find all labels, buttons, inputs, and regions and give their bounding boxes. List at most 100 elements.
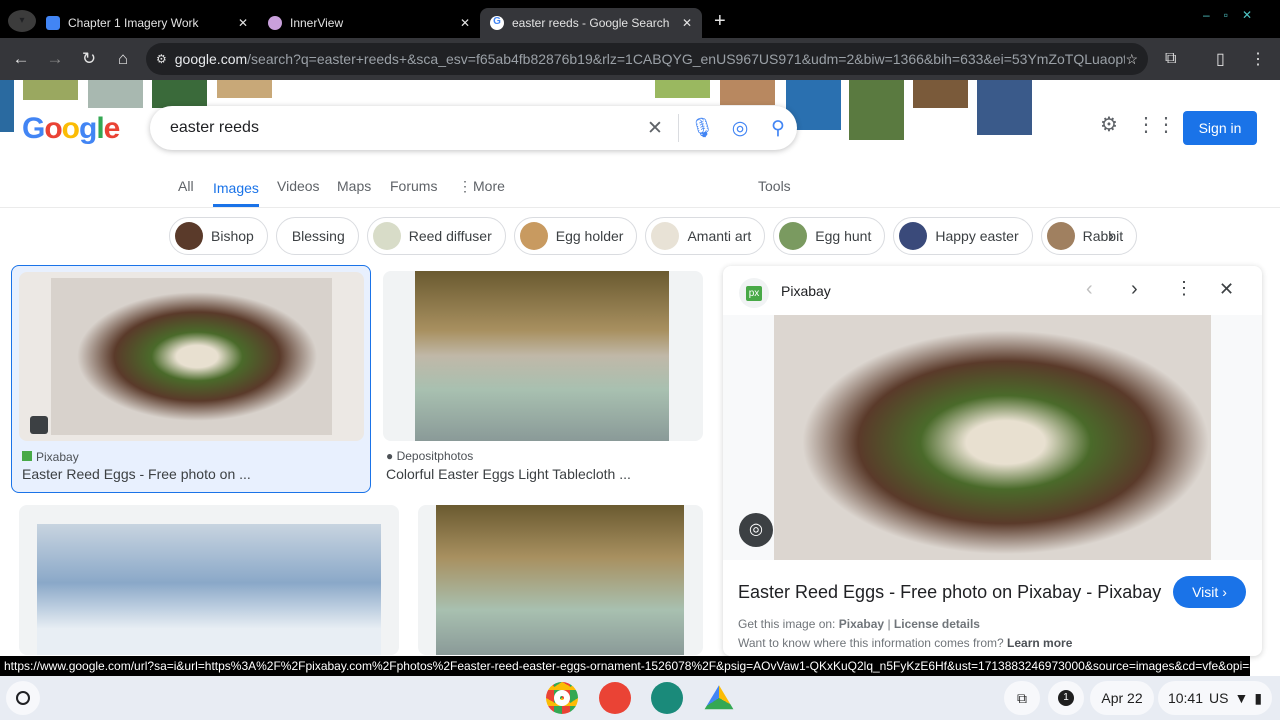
- notification-button[interactable]: 1: [1048, 681, 1084, 715]
- image-result[interactable]: Pixabay Easter Reed Eggs - Free photo on…: [11, 265, 371, 493]
- search-tabs: All Images Videos Maps Forums ⋮ More Too…: [0, 170, 1280, 208]
- address-bar[interactable]: ⚙ google.com/search?q=easter+reeds+&sca_…: [146, 43, 1148, 75]
- forward-button[interactable]: →: [38, 49, 72, 69]
- canvas-app-icon[interactable]: [599, 682, 631, 714]
- tab-innerview[interactable]: InnerView ✕: [258, 8, 480, 38]
- next-icon[interactable]: ›: [1131, 278, 1138, 301]
- source-link[interactable]: Pixabay: [839, 617, 884, 631]
- image-result[interactable]: [19, 505, 399, 655]
- tab-chapter1[interactable]: Chapter 1 Imagery Work ✕: [36, 8, 258, 38]
- more-options-icon[interactable]: ⋮: [1175, 278, 1193, 299]
- window-controls[interactable]: –▫✕: [1203, 8, 1266, 22]
- close-panel-icon[interactable]: ✕: [1219, 279, 1234, 300]
- battery-icon: ▮: [1254, 689, 1263, 706]
- side-panel-icon[interactable]: ▯: [1216, 49, 1225, 69]
- extensions-icon[interactable]: ⧉: [1165, 50, 1176, 68]
- site-info-icon[interactable]: ⚙: [156, 52, 167, 66]
- chevron-right-icon: ›: [1222, 584, 1227, 600]
- result-image[interactable]: [19, 272, 364, 441]
- chrome-app-icon[interactable]: [546, 682, 578, 714]
- search-icon[interactable]: ⚲: [759, 117, 797, 140]
- result-image[interactable]: [383, 271, 703, 441]
- visit-button[interactable]: Visit ›: [1173, 576, 1246, 608]
- settings-gear-icon[interactable]: ⚙: [1100, 112, 1118, 137]
- learn-more-link[interactable]: Learn more: [1007, 636, 1072, 650]
- image-preview-panel: px Pixabay ‹ › ⋮ ✕ ◎ Easter Reed Eggs - …: [723, 266, 1262, 656]
- reload-button[interactable]: ↻: [72, 49, 106, 69]
- back-button[interactable]: ←: [4, 49, 38, 69]
- sign-in-button[interactable]: Sign in: [1183, 111, 1257, 145]
- chip-amanti-art[interactable]: Amanti art: [645, 217, 766, 255]
- google-icon: G: [490, 16, 504, 30]
- holding-space-icon[interactable]: ⧉: [1004, 681, 1040, 715]
- chip-label: Amanti art: [687, 228, 752, 244]
- tab-search-button[interactable]: ▾: [8, 10, 36, 32]
- tools-button[interactable]: Tools: [758, 178, 791, 194]
- classroom-app-icon[interactable]: [651, 682, 683, 714]
- chip-label: Happy easter: [935, 228, 1019, 244]
- chip-reed-diffuser[interactable]: Reed diffuser: [366, 217, 506, 255]
- innerview-icon: [268, 16, 282, 30]
- tab-google-search[interactable]: Geaster reeds - Google Search ✕: [480, 8, 702, 38]
- image-result[interactable]: [418, 505, 703, 655]
- preview-title[interactable]: Easter Reed Eggs - Free photo on Pixabay…: [738, 582, 1161, 603]
- tab-all[interactable]: All: [178, 178, 194, 194]
- link-status-bar: https://www.google.com/url?sa=i&url=http…: [0, 656, 1250, 676]
- date-button[interactable]: Apr 22: [1090, 681, 1154, 715]
- chip-bishop[interactable]: Bishop: [169, 217, 268, 255]
- chip-thumbnail: [899, 222, 928, 250]
- chip-label: Reed diffuser: [408, 228, 492, 244]
- previous-icon[interactable]: ‹: [1086, 278, 1093, 301]
- license-details-link[interactable]: License details: [894, 617, 980, 631]
- lens-search-icon[interactable]: ◎: [739, 513, 773, 547]
- result-image[interactable]: [37, 524, 381, 655]
- new-tab-button[interactable]: +: [714, 10, 726, 33]
- lens-icon[interactable]: ◎: [721, 117, 759, 140]
- result-title[interactable]: Colorful Easter Eggs Light Tablecloth ..…: [386, 466, 631, 482]
- chip-thumbnail: [175, 222, 203, 250]
- chip-blessing[interactable]: Blessing: [275, 217, 359, 255]
- launcher-button[interactable]: [6, 681, 40, 715]
- chips-next-icon[interactable]: ›: [1108, 226, 1114, 247]
- tab-videos[interactable]: Videos: [277, 178, 320, 194]
- microphone-icon[interactable]: 🎙: [683, 116, 721, 140]
- close-icon[interactable]: ✕: [460, 16, 470, 30]
- close-icon[interactable]: ✕: [682, 16, 692, 30]
- menu-icon[interactable]: ⋮: [1250, 49, 1266, 69]
- chip-thumbnail: [519, 222, 548, 250]
- chip-thumbnail: [779, 222, 808, 250]
- result-image[interactable]: [436, 505, 684, 655]
- system-shelf: ⧉ 1 Apr 22 10:41 US ▼ ▮: [0, 676, 1280, 720]
- preview-image[interactable]: [774, 315, 1211, 560]
- chip-egg-holder[interactable]: Egg holder: [513, 217, 638, 255]
- home-button[interactable]: ⌂: [106, 49, 140, 69]
- tab-more[interactable]: More: [473, 178, 505, 194]
- chip-label: Rabbit: [1082, 228, 1124, 244]
- search-box[interactable]: easter reeds ✕ 🎙 ◎ ⚲: [150, 106, 797, 150]
- google-logo[interactable]: Google: [22, 112, 120, 146]
- chip-happy-easter[interactable]: Happy easter: [893, 217, 1033, 255]
- tab-maps[interactable]: Maps: [337, 178, 371, 194]
- clear-icon[interactable]: ✕: [636, 117, 674, 140]
- browser-toolbar: ← → ↻ ⌂ ⚙ google.com/search?q=easter+ree…: [0, 38, 1280, 80]
- related-chips: Bishop Blessing Reed diffuser Egg holder Ama…: [169, 217, 1138, 255]
- tab-images[interactable]: Images: [213, 178, 259, 207]
- close-icon[interactable]: ✕: [238, 16, 248, 30]
- status-tray[interactable]: 10:41 US ▼ ▮: [1158, 681, 1272, 715]
- tab-forums[interactable]: Forums: [390, 178, 437, 194]
- more-icon[interactable]: ⋮: [458, 178, 472, 195]
- result-title[interactable]: Easter Reed Eggs - Free photo on ...: [22, 466, 251, 482]
- chip-egg-hunt[interactable]: Egg hunt: [773, 217, 886, 255]
- search-input[interactable]: easter reeds: [170, 119, 636, 137]
- chip-label: Blessing: [291, 228, 345, 244]
- chip-label: Egg hunt: [815, 228, 872, 244]
- tab-strip: ▾ Chapter 1 Imagery Work ✕ InnerView ✕ Gea…: [0, 0, 1280, 38]
- image-result[interactable]: ● Depositphotos Colorful Easter Eggs Lig…: [383, 271, 703, 491]
- wifi-icon: ▼: [1234, 690, 1249, 706]
- drive-app-icon[interactable]: [704, 685, 734, 710]
- bookmark-star-icon[interactable]: ☆: [1125, 51, 1138, 68]
- chip-rabbit[interactable]: Rabbit: [1040, 217, 1138, 255]
- docs-icon: [46, 16, 60, 30]
- pixabay-logo: px: [739, 278, 769, 308]
- chip-label: Bishop: [211, 228, 254, 244]
